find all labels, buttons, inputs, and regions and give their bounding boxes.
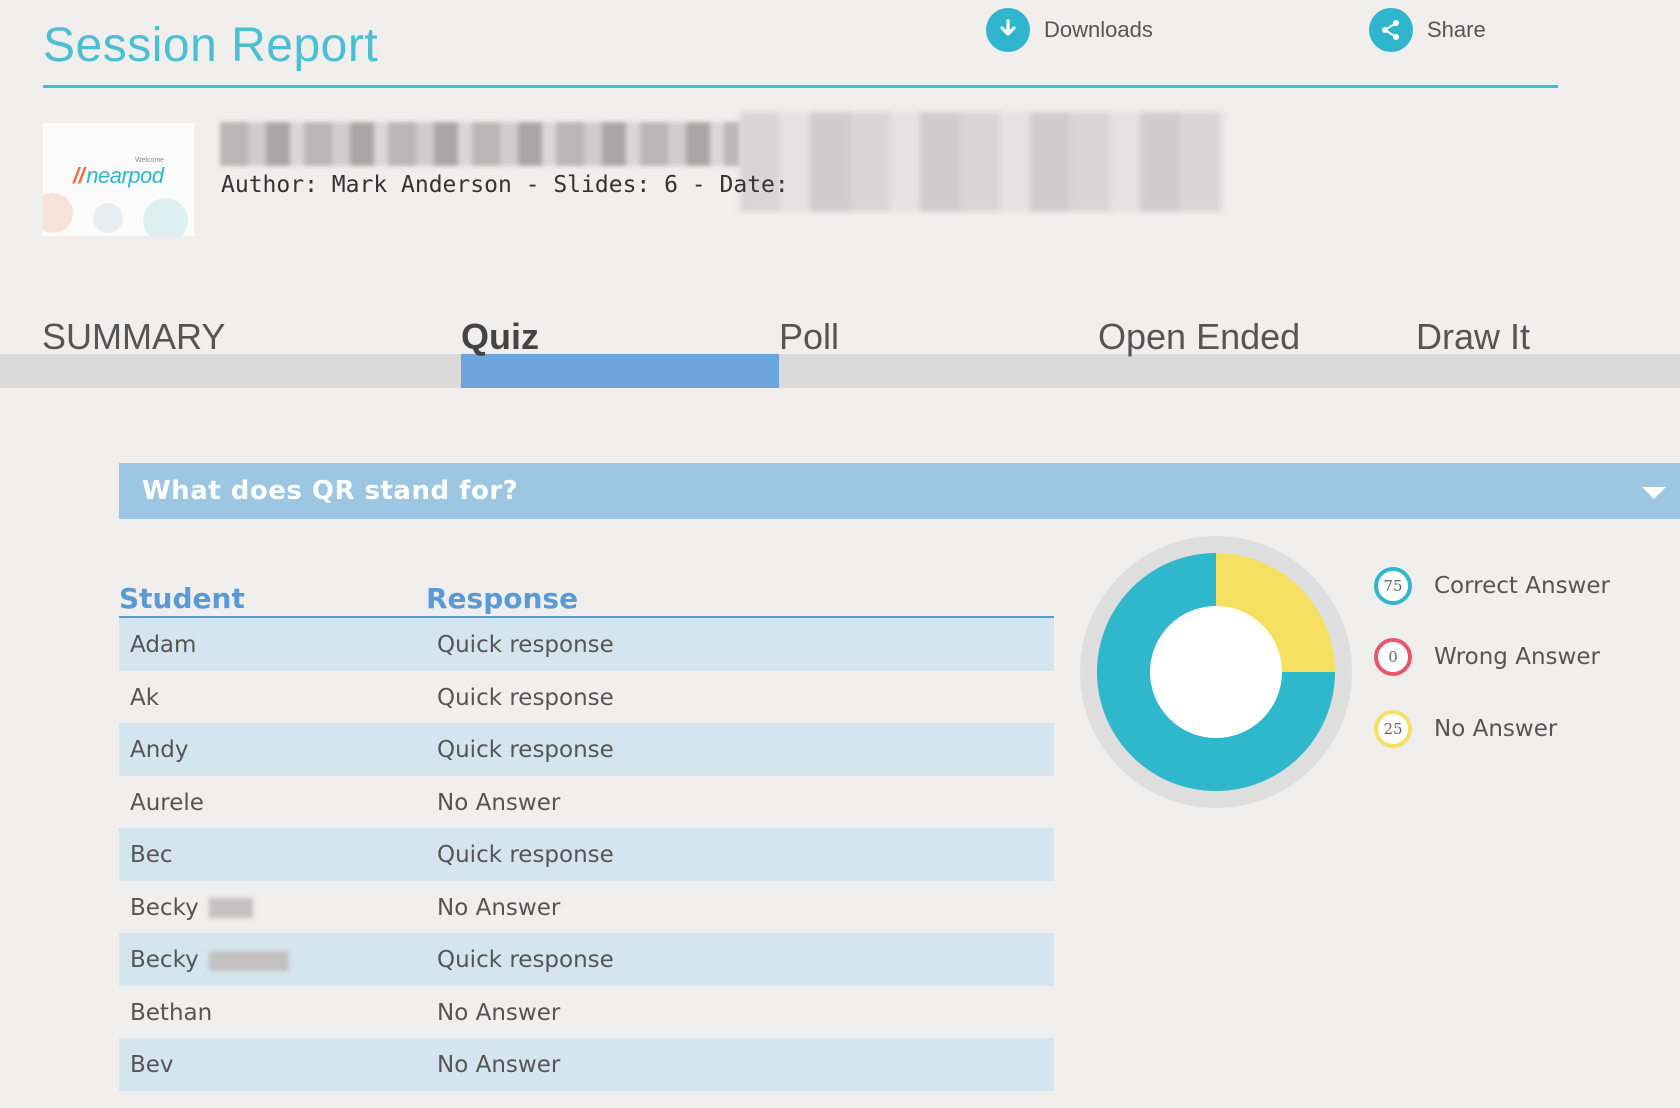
- column-header-student[interactable]: Student: [119, 582, 245, 615]
- tab-summary[interactable]: SUMMARY: [42, 316, 225, 358]
- tab-bar: [0, 354, 1680, 388]
- nearpod-logo: //nearpod: [73, 163, 164, 188]
- lesson-title-redacted: [220, 122, 740, 166]
- table-row: Aurele No Answer: [119, 776, 1054, 829]
- tab-quiz[interactable]: Quiz: [461, 316, 539, 358]
- table-row: Adam Quick response: [119, 618, 1054, 671]
- student-response: No Answer: [437, 894, 561, 921]
- table-row: Bec Quick response: [119, 828, 1054, 881]
- table-row: Becky Quick response: [119, 933, 1054, 986]
- student-name: Bethan: [130, 999, 213, 1026]
- legend-badge: 0: [1374, 638, 1412, 677]
- chart-legend: 75 Correct Answer 0 Wrong Answer 25 No A…: [1374, 550, 1610, 765]
- page-title: Session Report: [43, 19, 379, 72]
- legend-item-no-answer: 25 No Answer: [1374, 693, 1610, 765]
- legend-badge: 25: [1374, 709, 1412, 748]
- downloads-button[interactable]: Downloads: [986, 8, 1153, 52]
- surname-redacted: [208, 950, 289, 971]
- student-response: No Answer: [437, 999, 561, 1026]
- answer-donut-chart: [1080, 536, 1352, 808]
- legend-item-correct: 75 Correct Answer: [1374, 550, 1610, 622]
- question-text: What does QR stand for?: [142, 476, 519, 506]
- lesson-meta: Author: Mark Anderson - Slides: 6 - Date…: [221, 172, 789, 198]
- table-row: Andy Quick response: [119, 723, 1054, 776]
- student-name: Becky: [130, 947, 199, 973]
- surname-redacted: [208, 898, 253, 918]
- table-row: Ak Quick response: [119, 671, 1054, 724]
- table-row: Becky No Answer: [119, 881, 1054, 934]
- decor-bubble: [93, 203, 123, 233]
- student-response: Quick response: [437, 737, 614, 763]
- student-name: Bec: [130, 842, 173, 868]
- legend-label: Correct Answer: [1434, 572, 1610, 599]
- student-response: No Answer: [437, 789, 561, 816]
- table-row: Bethan No Answer: [119, 986, 1054, 1039]
- table-row: Bev No Answer: [119, 1038, 1054, 1091]
- student-name-cell: Becky: [130, 895, 253, 921]
- student-response: Quick response: [437, 632, 614, 658]
- chart-hole: [1150, 606, 1282, 738]
- date-redacted: [740, 112, 1225, 212]
- tab-poll[interactable]: Poll: [779, 316, 839, 358]
- decor-bubble: [43, 193, 73, 233]
- student-name: Bev: [130, 1052, 174, 1078]
- student-response: No Answer: [437, 1052, 561, 1078]
- student-response: Quick response: [437, 684, 614, 711]
- tab-draw-it[interactable]: Draw It: [1416, 316, 1530, 358]
- share-button[interactable]: Share: [1369, 8, 1486, 52]
- student-name: Aurele: [130, 789, 204, 816]
- student-name: Adam: [130, 632, 197, 658]
- student-response: Quick response: [437, 947, 614, 973]
- lesson-thumbnail[interactable]: Welcome //nearpod: [43, 123, 194, 236]
- student-name: Ak: [130, 684, 160, 711]
- student-name-cell: Becky: [130, 947, 289, 973]
- download-icon: [986, 8, 1030, 52]
- question-header[interactable]: What does QR stand for?: [119, 463, 1680, 519]
- student-name: Andy: [130, 737, 189, 763]
- student-response: Quick response: [437, 842, 614, 868]
- column-header-response[interactable]: Response: [426, 582, 578, 615]
- legend-badge: 75: [1374, 566, 1412, 605]
- tab-open-ended[interactable]: Open Ended: [1098, 316, 1300, 358]
- legend-label: No Answer: [1434, 715, 1558, 742]
- nearpod-logo-text: nearpod: [86, 163, 164, 188]
- decor-bubble: [143, 198, 188, 236]
- downloads-label: Downloads: [1044, 17, 1153, 42]
- share-icon: [1369, 8, 1413, 52]
- responses-table: Student Response Adam Quick response Ak …: [119, 580, 1054, 1091]
- student-name: Becky: [130, 894, 199, 921]
- share-label: Share: [1427, 17, 1486, 42]
- legend-label: Wrong Answer: [1434, 644, 1600, 671]
- header-divider: [43, 85, 1558, 88]
- table-header: Student Response: [119, 580, 1054, 618]
- caret-down-icon[interactable]: [1642, 487, 1666, 499]
- legend-item-wrong: 0 Wrong Answer: [1374, 622, 1610, 694]
- tab-active-indicator: [461, 354, 779, 388]
